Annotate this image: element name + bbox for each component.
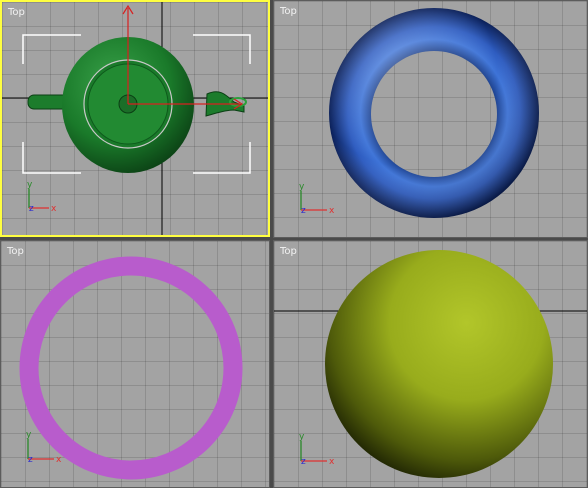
axis-tripod: y x z bbox=[27, 180, 57, 214]
axis-y-label: y bbox=[26, 430, 32, 440]
axis-tripod: y x z bbox=[299, 182, 335, 216]
axis-y-label: y bbox=[27, 180, 33, 190]
axis-y-label: y bbox=[299, 182, 305, 192]
viewport-label[interactable]: Top bbox=[7, 245, 24, 259]
viewport-label[interactable]: Top bbox=[8, 6, 25, 20]
viewport-label[interactable]: Top bbox=[280, 245, 297, 259]
viewport-label[interactable]: Top bbox=[280, 5, 297, 19]
torus-object bbox=[329, 8, 540, 219]
axis-x-label: x bbox=[56, 455, 62, 465]
viewport-bottom-left[interactable]: y x z Top bbox=[0, 240, 270, 488]
axis-tripod: y x z bbox=[299, 432, 335, 467]
ring-object bbox=[19, 256, 243, 480]
axis-x-label: x bbox=[329, 206, 335, 216]
axis-y-label: y bbox=[299, 432, 305, 442]
viewport-bottom-right[interactable]: y x z Top bbox=[273, 240, 588, 488]
axis-z-label: z bbox=[301, 457, 306, 467]
axis-x-label: x bbox=[329, 457, 335, 467]
axis-z-label: z bbox=[28, 455, 33, 465]
ring-scene[interactable]: y x z bbox=[1, 241, 269, 487]
axis-x-label: x bbox=[51, 204, 57, 214]
sphere-object bbox=[325, 250, 553, 478]
torus-scene[interactable]: y x z bbox=[274, 1, 587, 237]
viewport-top-right[interactable]: y x z Top bbox=[273, 0, 588, 238]
sphere-scene[interactable]: y x z bbox=[274, 241, 587, 487]
axis-z-label: z bbox=[301, 206, 306, 216]
teapot-object bbox=[27, 37, 247, 173]
axis-z-label: z bbox=[29, 204, 34, 214]
teapot-scene[interactable]: y x z bbox=[2, 2, 268, 235]
viewport-top-left[interactable]: y x z Top bbox=[0, 0, 270, 237]
